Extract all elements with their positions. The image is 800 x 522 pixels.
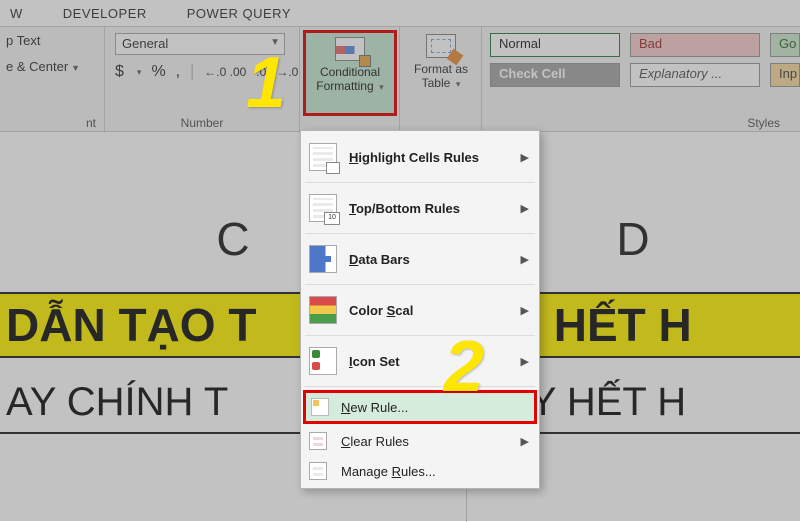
chevron-down-icon[interactable]: ▾ xyxy=(137,67,142,78)
data-bars-icon xyxy=(309,245,337,273)
style-input[interactable]: Inp xyxy=(770,63,800,87)
chevron-right-icon: ▶ xyxy=(521,151,529,164)
top-bottom-icon xyxy=(309,194,337,222)
ribbon-tabs: W DEVELOPER POWER QUERY xyxy=(0,0,800,26)
percent-button[interactable]: % xyxy=(151,63,165,81)
currency-button[interactable]: $ xyxy=(115,63,124,81)
conditional-formatting-button[interactable]: Conditional Formatting ▾ xyxy=(303,30,397,116)
menu-data-bars[interactable]: Data Bars ▶ xyxy=(301,237,539,281)
format-as-table-icon xyxy=(426,34,456,58)
chevron-right-icon: ▶ xyxy=(521,355,529,368)
group-styles: Normal Bad Go Check Cell Explanatory ...… xyxy=(482,27,800,133)
chevron-right-icon: ▶ xyxy=(521,253,529,266)
increase-decimal-button[interactable]: ←.0 .00 xyxy=(204,65,246,79)
conditional-formatting-menu: HHighlight Cells Rulesighlight Cells Rul… xyxy=(300,130,540,489)
menu-new-rule[interactable]: New Rule... xyxy=(303,390,537,424)
menu-color-scales[interactable]: Color Scal ▶ xyxy=(301,288,539,332)
group-alignment: p Text e & Center▼ nt xyxy=(0,27,105,133)
chevron-down-icon: ▾ xyxy=(453,79,460,89)
chevron-down-icon: ▾ xyxy=(377,82,384,92)
annotation-step-2: 2 xyxy=(444,326,484,408)
manage-rules-icon xyxy=(309,462,327,480)
conditional-formatting-icon xyxy=(335,37,365,61)
highlight-cells-icon xyxy=(309,143,337,171)
comma-button[interactable]: , xyxy=(176,63,180,81)
annotation-step-1: 1 xyxy=(246,42,286,124)
format-as-table-button[interactable]: Format as Table ▾ xyxy=(406,30,476,116)
merge-center-button[interactable]: e & Center▼ xyxy=(6,59,80,74)
menu-clear-rules[interactable]: Clear Rules ▶ xyxy=(301,426,539,456)
chevron-right-icon: ▶ xyxy=(521,304,529,317)
new-rule-icon xyxy=(311,398,329,416)
clear-rules-icon xyxy=(309,432,327,450)
icon-sets-icon xyxy=(309,347,337,375)
tab-power-query[interactable]: POWER QUERY xyxy=(187,6,291,21)
color-scales-icon xyxy=(309,296,337,324)
group-label-styles: Styles xyxy=(482,116,800,130)
menu-manage-rules[interactable]: Manage Rules... xyxy=(301,456,539,486)
style-good[interactable]: Go xyxy=(770,33,800,57)
group-label-alignment: nt xyxy=(0,116,104,130)
tab-view[interactable]: W xyxy=(10,6,23,21)
chevron-down-icon[interactable]: ▼ xyxy=(71,63,80,73)
style-bad[interactable]: Bad xyxy=(630,33,760,57)
wrap-text-button[interactable]: p Text xyxy=(6,33,40,48)
style-normal[interactable]: Normal xyxy=(490,33,620,57)
tab-developer[interactable]: DEVELOPER xyxy=(63,6,147,21)
menu-highlight-cells-rules[interactable]: HHighlight Cells Rulesighlight Cells Rul… xyxy=(301,135,539,179)
menu-top-bottom-rules[interactable]: Top/Bottom Rules ▶ xyxy=(301,186,539,230)
chevron-right-icon: ▶ xyxy=(521,435,529,448)
chevron-right-icon: ▶ xyxy=(521,202,529,215)
group-conditional-formatting: Conditional Formatting ▾ xyxy=(300,27,400,133)
style-explanatory[interactable]: Explanatory ... xyxy=(630,63,760,87)
menu-icon-sets[interactable]: Icon Set ▶ xyxy=(301,339,539,383)
group-format-as-table: Format as Table ▾ xyxy=(400,27,482,133)
ribbon: p Text e & Center▼ nt General ▼ $▾ % , |… xyxy=(0,26,800,132)
style-check-cell[interactable]: Check Cell xyxy=(490,63,620,87)
